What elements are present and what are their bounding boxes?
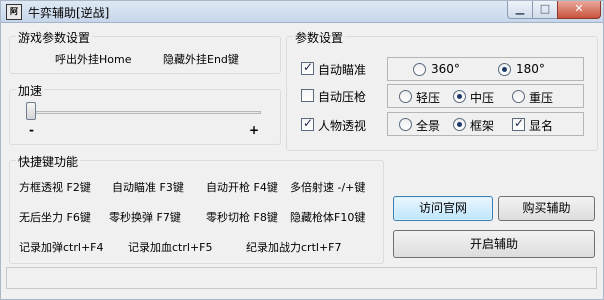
params-legend: 参数设置 [293,29,346,46]
fov-360-label: 360° [431,62,460,76]
auto-recoil-label: 自动压枪 [318,90,367,104]
shortcut-item: 自动开枪 F4键 [206,181,278,194]
radio-dot [457,122,462,127]
fov-360-radio[interactable] [413,63,426,76]
status-bar [6,267,597,289]
speed-plus-label: + [249,123,260,137]
speed-minus-label: - [29,123,34,137]
shortcut-item: 无后坐力 F6键 [19,211,91,224]
shortcut-item: 自动瞄准 F3键 [112,181,184,194]
game-params-legend: 游戏参数设置 [16,29,93,46]
recoil-heavy-radio[interactable] [512,90,525,103]
title-bar[interactable]: 阿里 牛弈辅助[逆战] ▁ □ ✕ [1,1,603,23]
speed-group: 加速 [9,82,281,145]
recoil-medium-label: 中压 [470,91,495,105]
esp-label: 人物透视 [318,119,367,133]
maximize-button[interactable]: □ [532,1,558,19]
minimize-button[interactable]: ▁ [507,1,533,19]
buy-button[interactable]: 购买辅助 [498,196,595,221]
shortcut-item: 隐藏枪体F10键 [290,211,366,224]
close-button[interactable]: ✕ [557,1,601,19]
auto-recoil-checkbox[interactable] [301,89,314,102]
game-params-group: 游戏参数设置 [9,29,281,74]
recoil-heavy-label: 重压 [529,91,554,105]
esp-frame-radio[interactable] [453,118,466,131]
recoil-light-label: 轻压 [416,91,441,105]
shortcut-item: 记录加血ctrl+F5 [128,241,213,254]
visit-website-button[interactable]: 访问官网 [393,196,493,221]
shortcuts-legend: 快捷键功能 [16,153,81,170]
shortcut-item: 零秒切枪 F8键 [206,211,278,224]
speed-slider-thumb[interactable] [26,102,36,120]
esp-checkbox[interactable]: ✓ [301,116,314,131]
start-button[interactable]: 开启辅助 [393,230,595,258]
radio-dot [502,67,507,72]
esp-panorama-label: 全景 [416,119,441,133]
recoil-light-radio[interactable] [399,90,412,103]
app-icon: 阿里 [6,4,22,20]
shortcut-item: 多倍射速 -/+键 [290,181,366,194]
speed-legend: 加速 [16,82,45,99]
main-window: 阿里 牛弈辅助[逆战] ▁ □ ✕ 游戏参数设置 呼出外挂Home 隐藏外挂En… [0,0,604,300]
esp-panorama-radio[interactable] [399,118,412,131]
speed-slider-track[interactable] [29,111,261,114]
hotkey-show-label: 呼出外挂Home [55,53,132,66]
radio-dot [457,94,462,99]
shortcut-item: 纪录加战力crtl+F7 [246,241,342,254]
shortcut-item: 记录加弹ctrl+F4 [19,241,104,254]
window-title: 牛弈辅助[逆战] [28,6,110,20]
show-name-checkbox[interactable]: ✓ [512,116,525,131]
esp-frame-label: 框架 [470,119,495,133]
recoil-medium-radio[interactable] [453,90,466,103]
auto-aim-checkbox[interactable]: ✓ [301,60,314,75]
check-icon: ✓ [514,116,525,130]
shortcut-item: 零秒换弹 F7键 [109,211,181,224]
show-name-label: 显名 [529,119,554,133]
hotkey-hide-label: 隐藏外挂End键 [163,53,239,66]
check-icon: ✓ [303,60,314,74]
fov-180-radio[interactable] [498,63,511,76]
auto-aim-label: 自动瞄准 [318,63,367,77]
fov-180-label: 180° [516,62,545,76]
shortcut-item: 方框透视 F2键 [19,181,91,194]
check-icon: ✓ [303,116,314,130]
